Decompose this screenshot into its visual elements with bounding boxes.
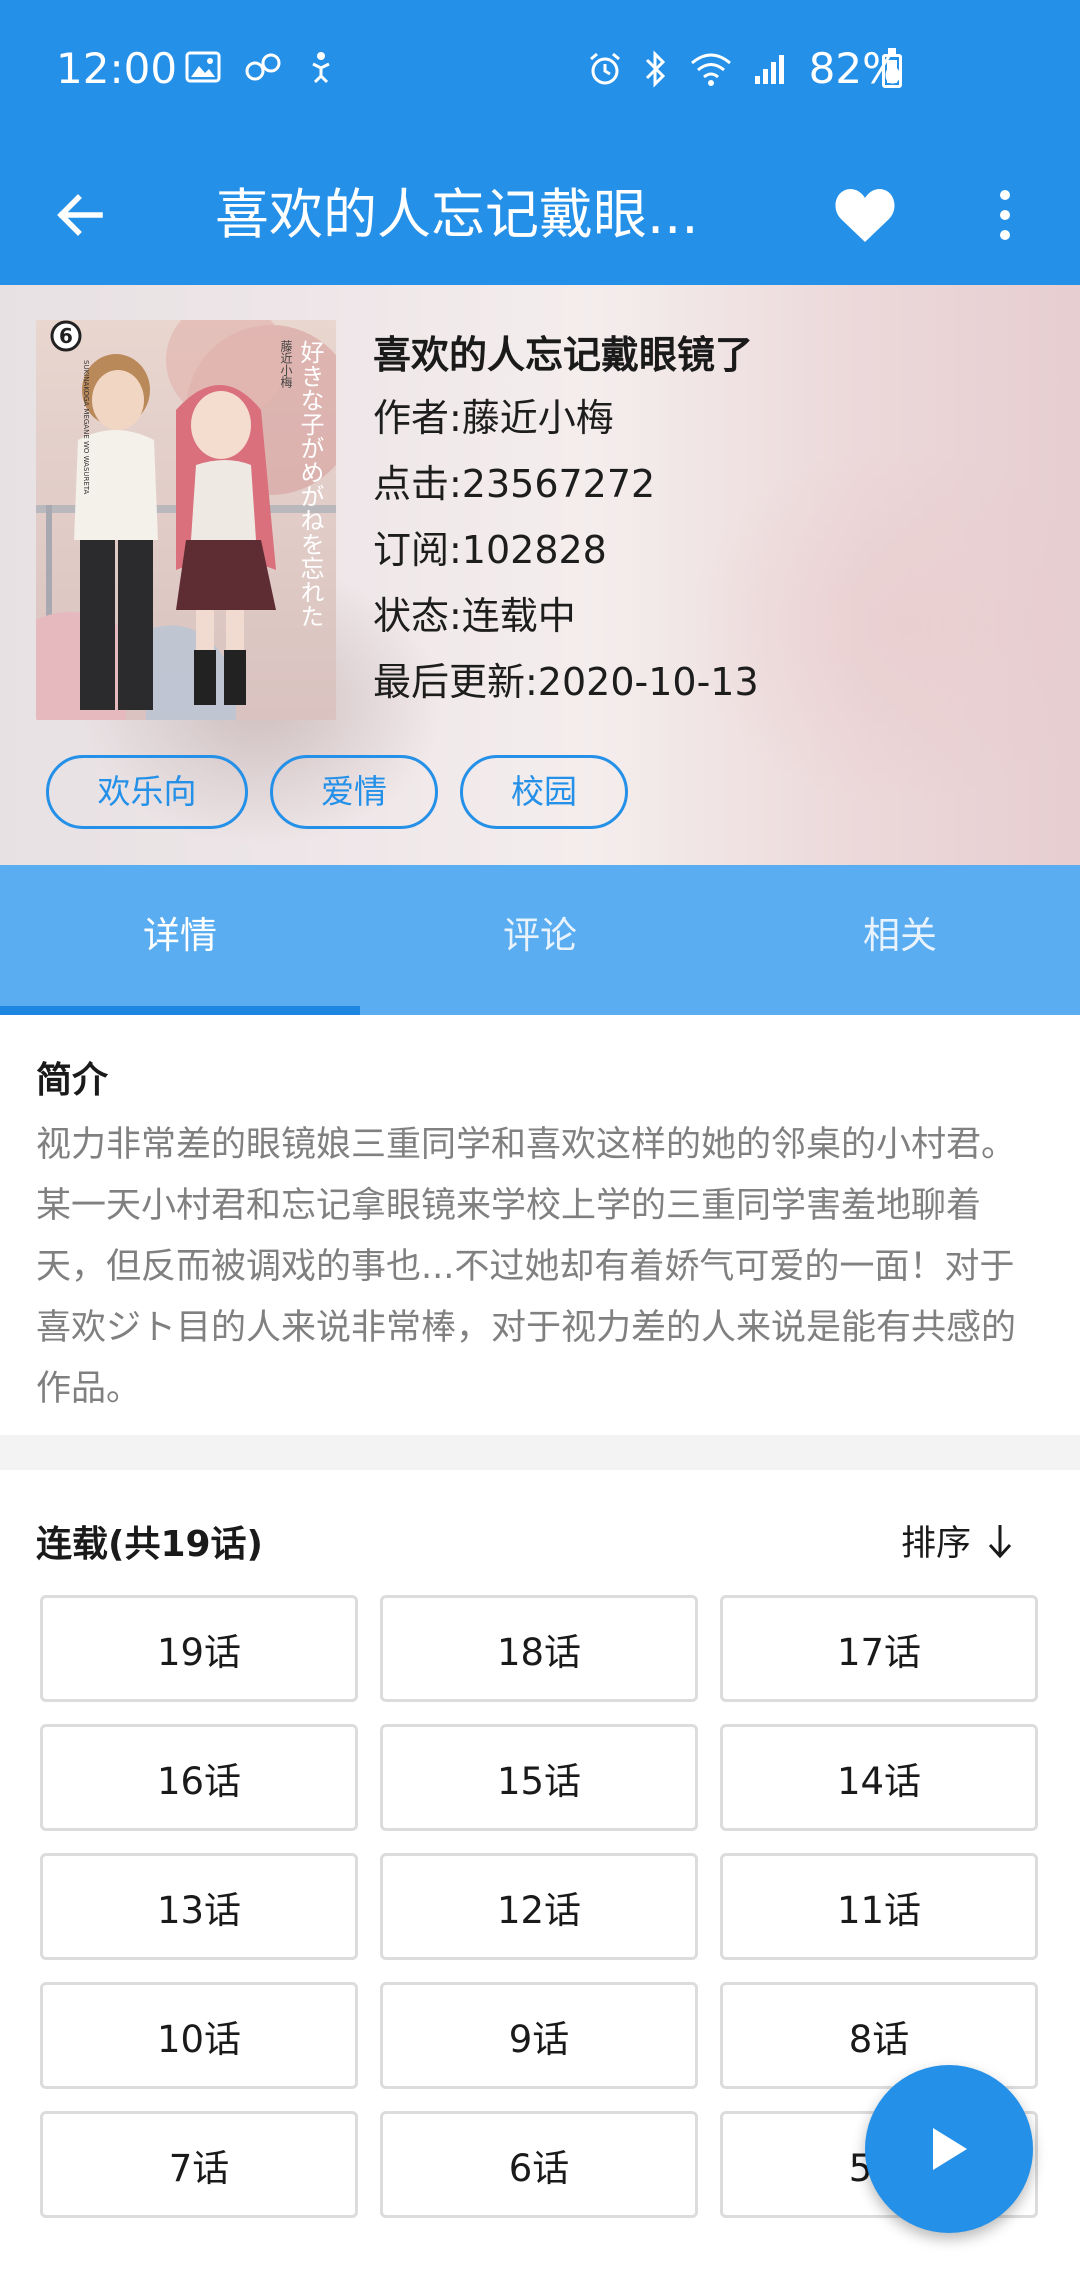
comic-author: 作者:藤近小梅 xyxy=(373,396,614,440)
intro-section: 简介 视力非常差的眼镜娘三重同学和喜欢这样的她的邻桌的小村君。某一天小村君和忘记… xyxy=(0,1015,1080,1435)
chapter-button[interactable]: 19话 xyxy=(40,1595,358,1702)
signal-icon xyxy=(754,54,784,84)
more-vertical-icon xyxy=(1000,190,1010,240)
comic-cover[interactable]: 6 SUKINAKOGA MEGANE WO WASURETA 好きな子がめがね… xyxy=(36,320,336,720)
tag-list: 欢乐向 爱情 校园 xyxy=(46,755,628,829)
status-bar: 12:00 82% xyxy=(0,0,1080,145)
bluetooth-icon xyxy=(645,49,665,88)
cover-image: 6 SUKINAKOGA MEGANE WO WASURETA 好きな子がめがね… xyxy=(36,320,336,720)
arrow-down-icon xyxy=(988,1524,1012,1558)
comic-header: 6 SUKINAKOGA MEGANE WO WASURETA 好きな子がめがね… xyxy=(0,285,1080,865)
chapter-button[interactable]: 8话 xyxy=(720,1982,1038,2089)
favorite-button[interactable] xyxy=(825,170,905,260)
chapter-button[interactable]: 14话 xyxy=(720,1724,1038,1831)
play-icon xyxy=(933,2128,967,2170)
chapter-button[interactable]: 16话 xyxy=(40,1724,358,1831)
gallery-icon xyxy=(185,51,221,83)
sort-label: 排序 xyxy=(900,1524,971,1564)
app-bar: 喜欢的人忘记戴眼... xyxy=(0,145,1080,285)
chapter-button[interactable]: 15话 xyxy=(380,1724,698,1831)
chapter-button[interactable]: 9话 xyxy=(380,1982,698,2089)
tag-chip[interactable]: 校园 xyxy=(460,755,628,829)
comic-last-update: 最后更新:2020-10-13 xyxy=(373,660,759,704)
tab-bar: 详情 评论 相关 xyxy=(0,865,1080,1015)
more-options-button[interactable] xyxy=(975,170,1035,260)
chapter-button[interactable]: 17话 xyxy=(720,1595,1038,1702)
svg-text:SUKINAKOGA MEGANE WO WASURETA: SUKINAKOGA MEGANE WO WASURETA xyxy=(82,360,90,495)
back-button[interactable] xyxy=(40,175,120,255)
comic-subscriptions: 订阅:102828 xyxy=(373,528,607,572)
svg-text:藤近小梅: 藤近小梅 xyxy=(279,340,293,388)
accessibility-icon xyxy=(312,52,330,84)
play-fab[interactable] xyxy=(865,2065,1033,2233)
intro-text: 视力非常差的眼镜娘三重同学和喜欢这样的她的邻桌的小村君。某一天小村君和忘记拿眼镜… xyxy=(36,1125,1017,1409)
battery-icon xyxy=(882,48,902,88)
chapter-title: 连载(共19话) xyxy=(36,1524,264,1565)
system-icons: 82% xyxy=(587,44,902,93)
comic-meta: 喜欢的人忘记戴眼镜了 作者:藤近小梅 点击:23567272 订阅:102828… xyxy=(373,325,1053,715)
sort-button[interactable]: 排序 xyxy=(901,1515,1015,1566)
tag-chip[interactable]: 欢乐向 xyxy=(46,755,248,829)
alarm-icon xyxy=(589,52,620,84)
comic-status: 状态:连载中 xyxy=(373,594,576,638)
tab-details[interactable]: 详情 xyxy=(0,865,360,1015)
tab-comments[interactable]: 评论 xyxy=(360,865,720,1015)
chapter-button[interactable]: 10话 xyxy=(40,1982,358,2089)
arrow-left-icon xyxy=(57,194,103,236)
link-icon xyxy=(245,53,281,81)
chapter-button[interactable]: 12话 xyxy=(380,1853,698,1960)
chapter-button[interactable]: 18话 xyxy=(380,1595,698,1702)
chapter-button[interactable]: 6话 xyxy=(380,2111,698,2218)
status-time: 12:00 xyxy=(56,44,178,93)
heart-icon xyxy=(835,189,895,242)
svg-text:6: 6 xyxy=(59,324,73,348)
tag-chip[interactable]: 爱情 xyxy=(270,755,438,829)
wifi-icon xyxy=(690,53,731,86)
notification-icons xyxy=(185,50,337,84)
comic-clicks: 点击:23567272 xyxy=(373,462,656,506)
comic-name: 喜欢的人忘记戴眼镜了 xyxy=(373,333,754,377)
chapter-button[interactable]: 11话 xyxy=(720,1853,1038,1960)
page-title: 喜欢的人忘记戴眼... xyxy=(215,183,699,246)
intro-title: 简介 xyxy=(36,1060,109,1101)
chapter-button[interactable]: 7话 xyxy=(40,2111,358,2218)
section-divider xyxy=(0,1435,1080,1470)
tab-related[interactable]: 相关 xyxy=(720,865,1080,1015)
svg-text:好きな子がめがねを忘れた: 好きな子がめがねを忘れた xyxy=(296,340,324,628)
chapter-button[interactable]: 13话 xyxy=(40,1853,358,1960)
tab-indicator xyxy=(0,1006,360,1015)
